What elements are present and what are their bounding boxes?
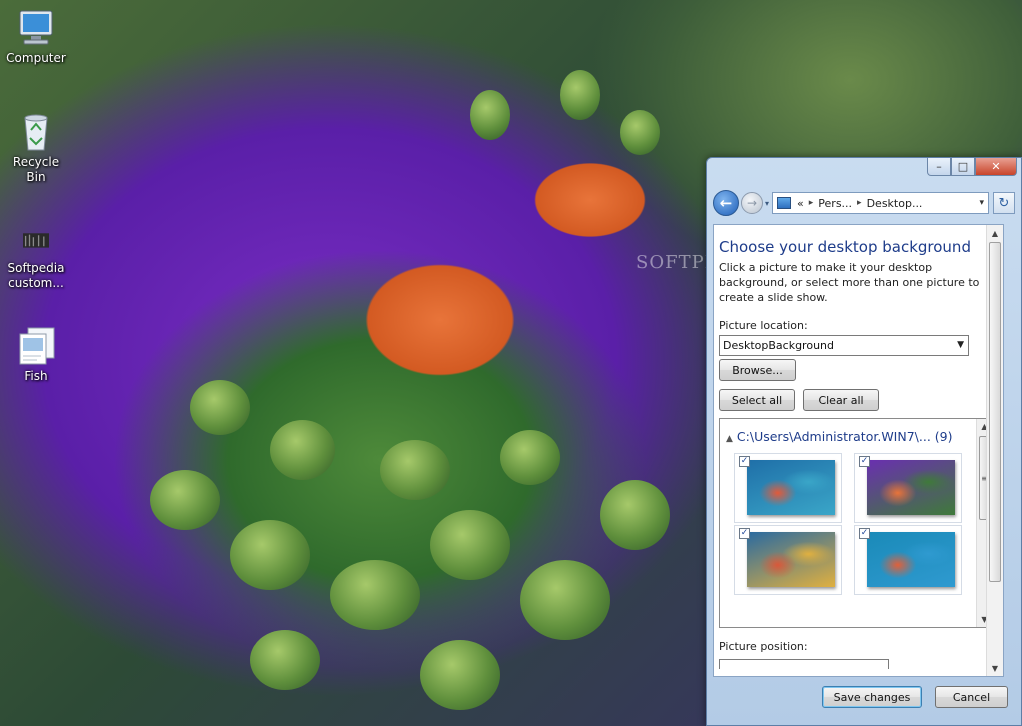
control-panel-icon <box>777 197 792 209</box>
desktop-icon-computer[interactable]: Computer <box>4 8 68 66</box>
wallpaper-thumbnail[interactable]: ✓ <box>734 453 842 523</box>
select-all-button[interactable]: Select all <box>719 389 795 411</box>
close-button[interactable]: ✕ <box>975 158 1017 176</box>
picture-location-label: Picture location: <box>719 319 808 332</box>
page-title: Choose your desktop background <box>719 238 971 256</box>
breadcrumb-desktop-background[interactable]: Desktop... <box>867 197 923 210</box>
dialog-footer: Save changes Cancel <box>707 677 1021 725</box>
computer-icon <box>19 10 53 45</box>
content-pane: Choose your desktop background Click a p… <box>713 224 1004 677</box>
picture-position-label: Picture position: <box>719 640 808 653</box>
scrollbar-thumb[interactable] <box>989 242 1001 582</box>
breadcrumb-separator-icon[interactable]: ▸ <box>857 198 862 208</box>
wallpaper-preview-image <box>867 532 955 587</box>
wallpaper-thumbnail[interactable]: ✓ <box>854 525 962 595</box>
picture-gallery: ▲ C:\Users\Administrator.WIN7\... (9) ✓ ✓… <box>719 418 993 628</box>
save-changes-button[interactable]: Save changes <box>822 686 922 708</box>
collapse-icon[interactable]: ▲ <box>726 434 733 444</box>
wallpaper-preview-image <box>867 460 955 515</box>
thumbnail-checkbox[interactable]: ✓ <box>739 528 750 539</box>
maximize-button[interactable]: □ <box>951 158 975 176</box>
thumbnail-checkbox[interactable]: ✓ <box>859 456 870 467</box>
desktop-icon-label: Fish <box>24 369 48 383</box>
forward-arrow-icon[interactable]: → <box>741 192 763 214</box>
scroll-down-icon[interactable]: ▼ <box>987 660 1003 676</box>
navigation-bar: ← → ▾ « ▸ Pers... ▸ Desktop... ▾ ↻ <box>713 188 1015 218</box>
browse-button[interactable]: Browse... <box>719 359 796 381</box>
breadcrumb-personalization[interactable]: Pers... <box>818 197 852 210</box>
desktop-icon-fish[interactable]: Fish <box>4 326 68 384</box>
wallpaper-preview-image <box>747 532 835 587</box>
desktop-background-window: – □ ✕ ← → ▾ « ▸ Pers... ▸ Desktop... ▾ ↻… <box>706 157 1022 726</box>
desktop-icon-softpedia[interactable]: Softpedia custom... <box>4 232 68 291</box>
wallpaper-thumbnail[interactable]: ✓ <box>854 453 962 523</box>
picture-position-select[interactable] <box>719 659 889 669</box>
title-bar[interactable]: – □ ✕ <box>707 158 1021 186</box>
wallpaper-thumbnail[interactable]: ✓ <box>734 525 842 595</box>
address-overflow-icon[interactable]: « <box>797 197 804 210</box>
desktop-icon-label: Computer <box>6 51 66 65</box>
desktop-icon-label: Recycle Bin <box>12 155 60 184</box>
recent-pages-dropdown-icon[interactable]: ▾ <box>765 199 769 208</box>
minimize-button[interactable]: – <box>927 158 951 176</box>
scroll-up-icon[interactable]: ▲ <box>987 225 1003 241</box>
gallery-group-header[interactable]: ▲ C:\Users\Administrator.WIN7\... (9) <box>726 429 953 444</box>
picture-location-select[interactable]: DesktopBackground ▼ <box>719 335 969 356</box>
theme-file-icon <box>23 233 49 248</box>
desktop-icon-recycle-bin[interactable]: Recycle Bin <box>4 112 68 185</box>
recycle-bin-icon <box>24 114 48 151</box>
address-bar[interactable]: « ▸ Pers... ▸ Desktop... ▾ <box>772 192 989 214</box>
wallpaper-preview-image <box>747 460 835 515</box>
cancel-button[interactable]: Cancel <box>935 686 1008 708</box>
page-description: Click a picture to make it your desktop … <box>719 261 980 304</box>
chevron-down-icon: ▼ <box>957 340 964 350</box>
address-dropdown-icon[interactable]: ▾ <box>979 198 984 208</box>
refresh-icon[interactable]: ↻ <box>993 192 1015 214</box>
content-scrollbar[interactable]: ▲ ▼ <box>986 225 1003 676</box>
thumbnail-checkbox[interactable]: ✓ <box>859 528 870 539</box>
clear-all-button[interactable]: Clear all <box>803 389 879 411</box>
thumbnail-checkbox[interactable]: ✓ <box>739 456 750 467</box>
gallery-group-title: C:\Users\Administrator.WIN7\... (9) <box>736 429 953 444</box>
theme-pack-icon <box>19 327 55 365</box>
back-arrow-icon[interactable]: ← <box>713 190 739 216</box>
picture-location-value: DesktopBackground <box>723 339 834 352</box>
desktop-icon-label: Softpedia custom... <box>7 261 65 290</box>
breadcrumb-separator-icon[interactable]: ▸ <box>809 198 814 208</box>
